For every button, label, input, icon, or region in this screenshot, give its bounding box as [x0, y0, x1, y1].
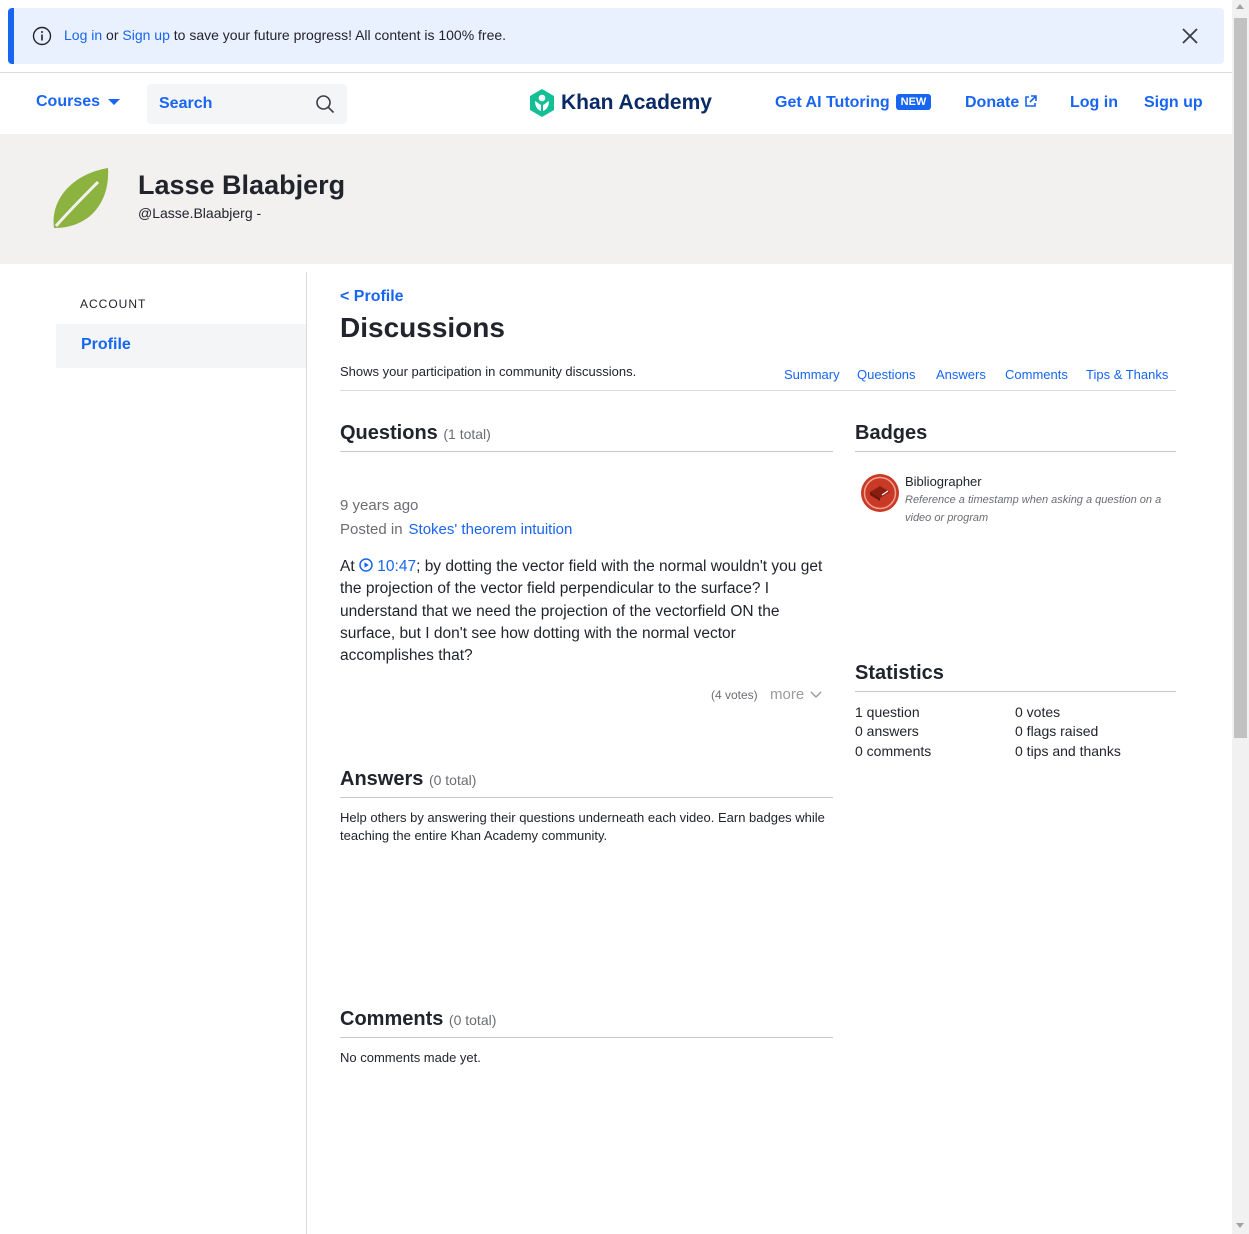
banner-or-text: or — [106, 27, 119, 43]
question-timestamp-link[interactable]: 10:47 — [359, 558, 416, 575]
badge-name: Bibliographer — [905, 474, 982, 489]
answers-heading: Answers (0 total) — [340, 768, 476, 791]
external-link-icon — [1024, 95, 1037, 107]
badges-heading: Badges — [855, 422, 928, 444]
badge-icon[interactable] — [860, 473, 900, 513]
questions-heading: Questions (1 total) — [340, 422, 491, 445]
profile-header: Lasse Blaabjerg @Lasse.Blaabjerg - — [0, 134, 1232, 264]
comments-count: (0 total) — [448, 1012, 497, 1028]
back-to-profile-link[interactable]: < Profile — [340, 288, 404, 306]
profile-name: Lasse Blaabjerg — [138, 170, 346, 200]
stat-answers: 0 answers — [855, 723, 919, 739]
comments-heading: Comments (0 total) — [340, 1008, 496, 1031]
stat-comments: 0 comments — [855, 743, 932, 759]
comments-title: Comments — [340, 1008, 444, 1030]
search-input[interactable] — [157, 94, 311, 114]
sidebar-item-label: Profile — [81, 336, 131, 353]
tabs-divider — [340, 390, 1176, 391]
donate-link[interactable]: Donate — [965, 94, 1037, 112]
question-posted-in: Posted in Stokes' theorem intuition — [340, 521, 572, 538]
statistics-heading: Statistics — [855, 662, 944, 684]
sidebar-item-profile[interactable]: Profile — [56, 324, 306, 368]
site-header: Courses Khan Academy Get AI TutoringNEW … — [0, 72, 1232, 135]
answers-count: (0 total) — [428, 772, 477, 788]
courses-menu-button[interactable]: Courses — [36, 93, 121, 111]
sidebar-divider — [306, 272, 307, 1234]
posted-in-video-link[interactable]: Stokes' theorem intuition — [409, 521, 573, 538]
page-subtitle: Shows your participation in community di… — [340, 364, 637, 379]
login-link[interactable]: Log in — [1070, 94, 1118, 112]
badges-divider — [855, 451, 1176, 452]
banner-message: Log in or Sign up to save your future pr… — [64, 27, 506, 43]
questions-title: Questions — [340, 422, 438, 444]
scroll-thumb[interactable] — [1234, 18, 1247, 738]
answers-title: Answers — [340, 768, 424, 790]
play-icon — [359, 558, 373, 572]
search-box — [147, 84, 347, 124]
answers-message: Help others by answering their questions… — [340, 810, 825, 843]
profile-handle: @Lasse.Blaabjerg - — [138, 205, 262, 221]
scroll-down-icon[interactable] — [1236, 1223, 1244, 1228]
donate-label: Donate — [965, 94, 1020, 111]
more-button[interactable]: more — [770, 686, 822, 703]
statistics-divider — [855, 691, 1176, 692]
tab-tips-thanks[interactable]: Tips & Thanks — [1086, 367, 1168, 382]
banner-signup-link[interactable]: Sign up — [122, 27, 169, 43]
timestamp-label: 10:47 — [377, 558, 417, 575]
comments-divider — [340, 1037, 833, 1038]
chevron-down-icon — [108, 99, 121, 105]
ai-tutoring-link[interactable]: Get AI Tutoring NEW — [775, 94, 932, 112]
new-badge: NEW — [895, 94, 932, 110]
banner-text: to save your future progress! All conten… — [173, 27, 507, 43]
questions-divider — [340, 451, 833, 452]
questions-count: (1 total) — [443, 426, 491, 442]
ai-tutoring-label: Get AI Tutoring — [775, 94, 890, 111]
question-body: At 10:47; by dotting the vector field wi… — [340, 556, 830, 667]
tab-comments[interactable]: Comments — [1005, 367, 1068, 382]
page-title: Discussions — [340, 312, 505, 343]
banner-login-link[interactable]: Log in — [64, 27, 102, 43]
chevron-down-icon — [810, 690, 822, 698]
search-icon[interactable] — [315, 94, 335, 114]
logo-text: Khan Academy — [561, 91, 712, 114]
comments-message: No comments made yet. — [340, 1050, 481, 1065]
question-time: 9 years ago — [340, 497, 419, 514]
tab-questions[interactable]: Questions — [857, 367, 916, 382]
signup-link[interactable]: Sign up — [1144, 94, 1203, 112]
posted-in-label: Posted in — [340, 521, 403, 538]
close-icon[interactable] — [1180, 26, 1200, 46]
sidebar-section-label: ACCOUNT — [80, 297, 147, 311]
answers-divider — [340, 797, 833, 798]
stat-flags: 0 flags raised — [1015, 723, 1099, 739]
tab-answers[interactable]: Answers — [936, 367, 986, 382]
info-icon — [32, 26, 52, 46]
courses-label: Courses — [36, 93, 101, 110]
khan-logo-icon — [530, 89, 554, 117]
question-prefix: At — [340, 558, 355, 575]
page-scrollbar[interactable] — [1232, 0, 1249, 1234]
signup-banner: Log in or Sign up to save your future pr… — [8, 8, 1224, 64]
khan-academy-logo[interactable]: Khan Academy — [529, 89, 712, 117]
question-votes: (4 votes) — [711, 688, 758, 702]
stat-questions: 1 question — [855, 704, 920, 720]
badge-description: Reference a timestamp when asking a ques… — [905, 494, 1162, 524]
stat-votes: 0 votes — [1015, 704, 1061, 720]
leaf-avatar-icon — [53, 168, 109, 228]
scroll-up-icon[interactable] — [1236, 4, 1244, 9]
tab-summary[interactable]: Summary — [784, 367, 840, 382]
stat-tips-thanks: 0 tips and thanks — [1015, 743, 1121, 759]
more-label: more — [770, 686, 805, 703]
